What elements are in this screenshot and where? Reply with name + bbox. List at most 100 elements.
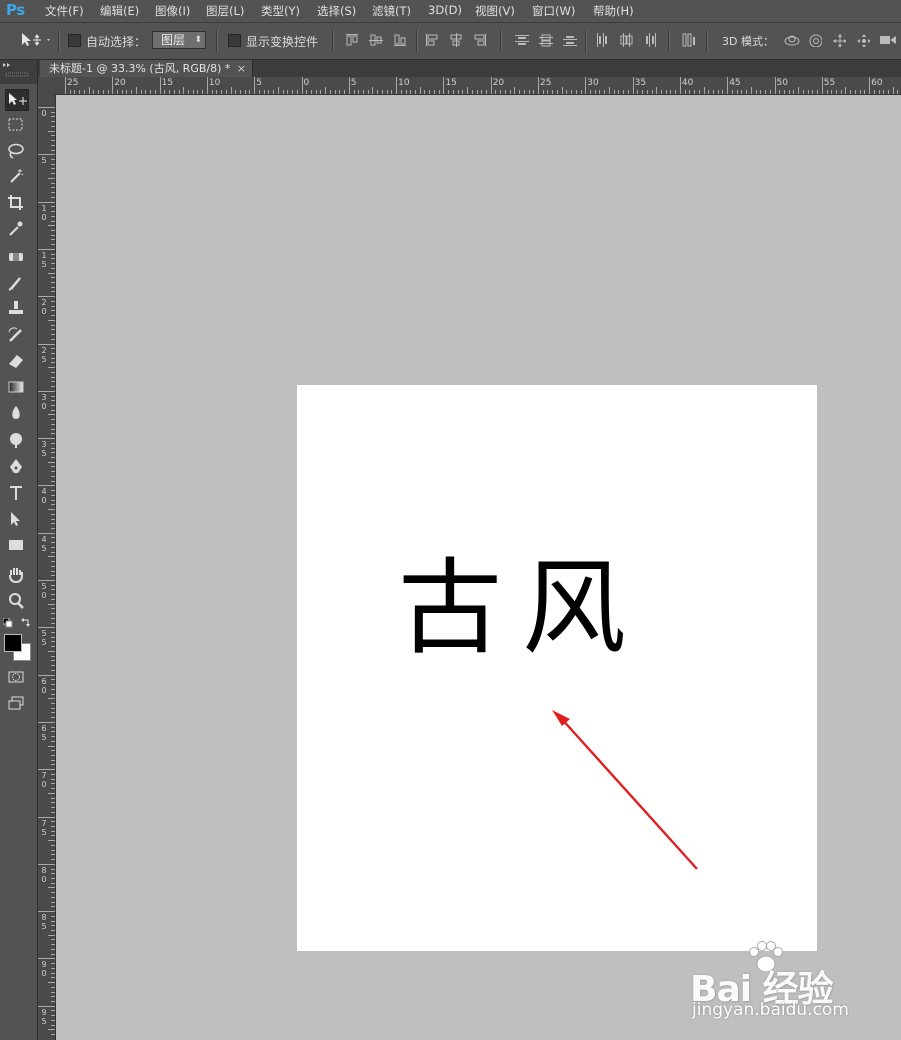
- ruler-tick: [779, 90, 781, 94]
- clone-stamp-tool[interactable]: [5, 298, 29, 320]
- 3d-roll-icon[interactable]: [808, 33, 822, 47]
- ruler-tick: [51, 452, 55, 454]
- 3d-scale-camera-icon[interactable]: [879, 33, 899, 47]
- auto-select-checkbox[interactable]: [68, 34, 81, 47]
- tools-panel-header[interactable]: [0, 60, 37, 84]
- distribute-top-icon[interactable]: [515, 33, 529, 47]
- default-colors-icon[interactable]: [3, 618, 13, 628]
- align-vertical-centers-icon[interactable]: [369, 33, 383, 47]
- menu-type[interactable]: 类型(Y): [261, 3, 300, 19]
- hand-tool[interactable]: [5, 564, 29, 586]
- pen-tool[interactable]: [5, 456, 29, 478]
- vertical-ruler[interactable]: 0 5 10 15 20 25 30 35 40 45 50 55 60 65 70 75 80 85 90 95: [38, 94, 56, 1040]
- foreground-color-swatch[interactable]: [4, 634, 22, 652]
- annotation-arrow: [552, 710, 698, 870]
- ruler-tick: [694, 90, 696, 94]
- ruler-tick: [51, 967, 55, 969]
- hand-icon: [9, 568, 23, 584]
- distribute-bottom-icon[interactable]: [563, 33, 577, 47]
- align-bottom-edges-icon[interactable]: [393, 33, 407, 47]
- ruler-tick: [202, 90, 204, 94]
- ruler-tick: [51, 915, 55, 917]
- zoom-tool[interactable]: [5, 590, 29, 612]
- menu-filter[interactable]: 滤镜(T): [372, 3, 411, 19]
- healing-brush-tool[interactable]: [5, 246, 29, 268]
- marquee-tool[interactable]: [5, 114, 29, 136]
- align-right-edges-icon[interactable]: [473, 33, 487, 47]
- 3d-pan-icon[interactable]: [832, 33, 846, 47]
- lasso-tool[interactable]: [5, 140, 29, 162]
- ruler-tick: [684, 90, 686, 94]
- distribute-vertical-centers-icon[interactable]: [539, 33, 553, 47]
- move-tool[interactable]: [5, 89, 29, 111]
- ruler-origin[interactable]: [38, 77, 56, 95]
- ruler-tick: [51, 494, 55, 496]
- document-tab[interactable]: 未标题-1 @ 33.3% (古风, RGB/8) * ×: [40, 60, 253, 77]
- ruler-tick: [51, 996, 55, 998]
- align-top-edges-icon[interactable]: [345, 33, 359, 47]
- eyedropper-tool[interactable]: [5, 218, 29, 240]
- crop-tool[interactable]: [5, 192, 29, 214]
- ruler-tick: [38, 248, 55, 250]
- type-tool[interactable]: [5, 482, 29, 504]
- 3d-slide-icon[interactable]: [856, 33, 870, 47]
- distribute-horizontal-centers-icon[interactable]: [619, 33, 633, 47]
- ruler-tick: [51, 948, 55, 950]
- ruler-tick: [51, 447, 55, 449]
- move-tool-preset-icon[interactable]: [20, 31, 54, 53]
- screen-mode-icon: [8, 696, 24, 710]
- auto-align-layers-icon[interactable]: [682, 33, 696, 47]
- history-brush-tool[interactable]: [5, 324, 29, 346]
- ruler-tick: [51, 617, 55, 619]
- menu-file[interactable]: 文件(F): [45, 3, 84, 19]
- blur-tool[interactable]: [5, 402, 29, 424]
- show-transform-checkbox[interactable]: [228, 34, 241, 47]
- brush-tool[interactable]: [5, 272, 29, 294]
- ruler-tick: [812, 90, 814, 94]
- align-left-edges-icon[interactable]: [425, 33, 439, 47]
- menu-edit[interactable]: 编辑(E): [100, 3, 139, 19]
- menu-layer[interactable]: 图层(L): [206, 3, 244, 19]
- distribute-right-icon[interactable]: [643, 33, 657, 47]
- ruler-tick: [65, 77, 66, 94]
- align-horizontal-centers-icon[interactable]: [449, 33, 463, 47]
- ruler-tick: [51, 518, 55, 520]
- separator: [585, 30, 587, 52]
- swap-colors-icon[interactable]: [21, 617, 31, 627]
- menu-help[interactable]: 帮助(H): [593, 3, 634, 19]
- ruler-tick: [51, 939, 55, 941]
- magic-wand-tool[interactable]: [5, 166, 29, 188]
- text-layer-gufeng[interactable]: 古风: [398, 556, 646, 660]
- ruler-tick: [415, 90, 417, 94]
- ruler-tick: [254, 77, 256, 94]
- menu-3d[interactable]: 3D(D): [428, 3, 462, 17]
- ruler-tick: [38, 296, 55, 298]
- path-selection-tool[interactable]: [5, 508, 29, 530]
- screen-mode-button[interactable]: [5, 692, 29, 714]
- dodge-tool[interactable]: [5, 428, 29, 450]
- menu-view[interactable]: 视图(V): [475, 3, 515, 19]
- ruler-label: 25: [67, 78, 79, 88]
- ruler-tick: [51, 773, 55, 775]
- collapse-icon[interactable]: [0, 60, 37, 84]
- 3d-rotate-icon[interactable]: [783, 33, 801, 47]
- auto-select-target-dropdown[interactable]: 图层 ⬍: [152, 31, 206, 49]
- ruler-label: 30: [41, 392, 47, 411]
- ruler-tick: [495, 90, 497, 94]
- menu-image[interactable]: 图像(I): [155, 3, 190, 19]
- ruler-tick: [883, 90, 885, 94]
- distribute-left-icon[interactable]: [595, 33, 609, 47]
- menu-select[interactable]: 选择(S): [317, 3, 356, 19]
- ruler-tick: [51, 688, 55, 690]
- horizontal-ruler[interactable]: 25 20 15 10 5 0 5 10 15 20 25 30 35 40 45 50 55 60: [56, 77, 901, 95]
- ruler-tick: [627, 90, 629, 94]
- eraser-tool[interactable]: [5, 350, 29, 372]
- ruler-tick: [117, 90, 119, 94]
- close-icon[interactable]: ×: [237, 60, 246, 77]
- rectangle-tool[interactable]: [5, 534, 29, 556]
- menu-window[interactable]: 窗口(W): [532, 3, 575, 19]
- brush-icon: [8, 277, 21, 291]
- ruler-tick: [51, 589, 55, 591]
- gradient-tool[interactable]: [5, 376, 29, 398]
- quick-mask-button[interactable]: [5, 666, 29, 688]
